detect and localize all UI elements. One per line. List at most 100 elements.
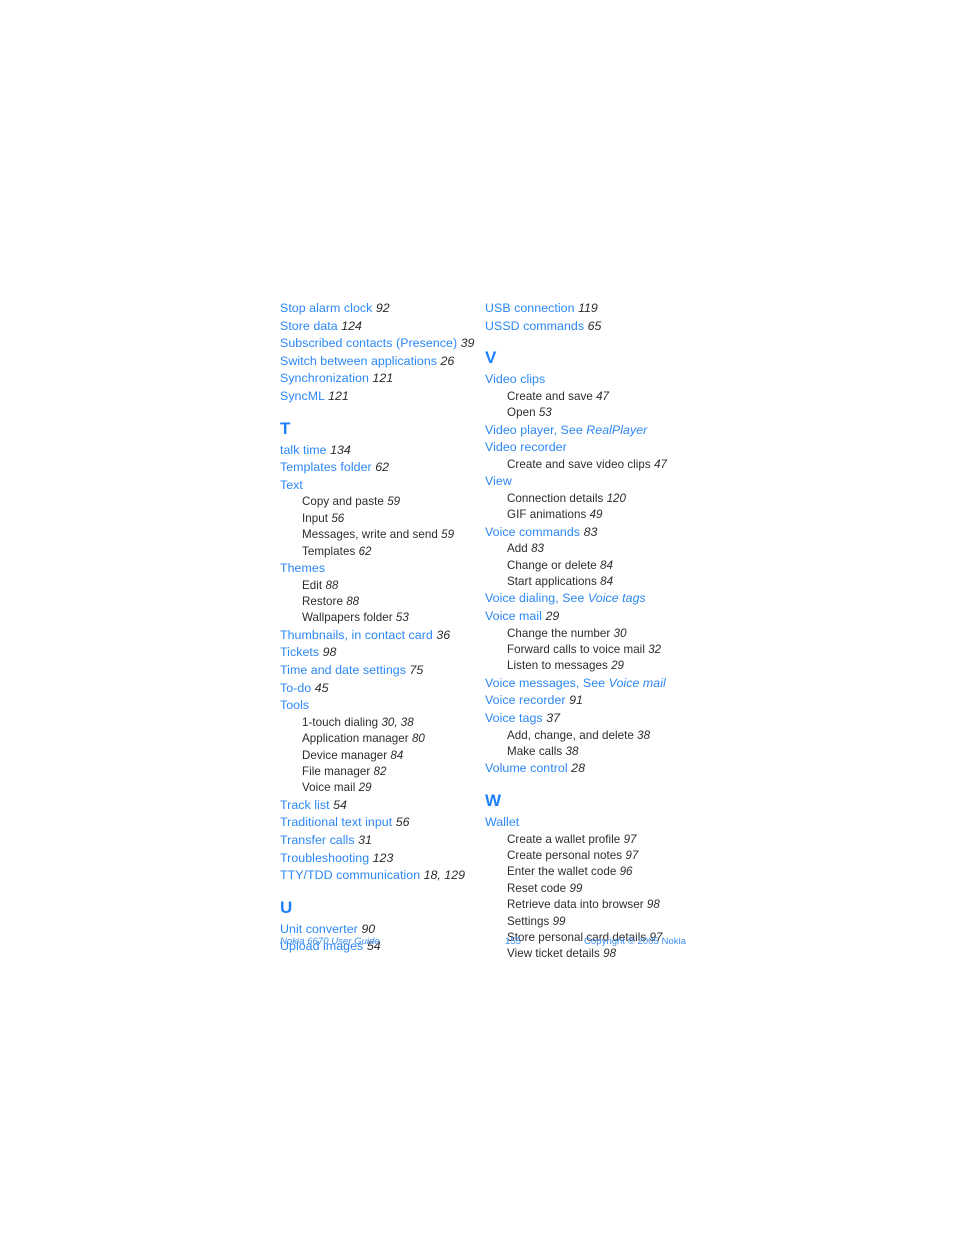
index-subentry[interactable]: Forward calls to voice mail 32 (485, 642, 690, 658)
index-subentry-label: Connection details (507, 491, 604, 505)
index-subentry[interactable]: Wallpapers folder 53 (280, 610, 485, 626)
index-entry[interactable]: Tickets 98 (280, 644, 485, 662)
index-subentry[interactable]: File manager 82 (280, 764, 485, 780)
index-subentry-label: Listen to messages (507, 659, 608, 673)
index-entry[interactable]: TTY/TDD communication 18, 129 (280, 867, 485, 885)
index-subentry[interactable]: Device manager 84 (280, 748, 485, 764)
index-entry[interactable]: Voice recorder 91 (485, 692, 690, 710)
index-page-number: 90 (361, 921, 376, 936)
index-subentry[interactable]: Add 83 (485, 541, 690, 557)
index-cross-reference[interactable]: Voice mail (609, 676, 666, 690)
index-entry[interactable]: Time and date settings 75 (280, 662, 485, 680)
index-page-number: 39 (460, 336, 475, 351)
index-entry[interactable]: Voice commands 83 (485, 524, 690, 542)
index-subentry[interactable]: Settings 99 (485, 914, 690, 930)
index-subentry[interactable]: Application manager 80 (280, 731, 485, 747)
index-subentry[interactable]: Create and save video clips 47 (485, 457, 690, 473)
index-subentry[interactable]: Open 53 (485, 405, 690, 421)
index-subentry-label: File manager (302, 764, 371, 778)
index-entry[interactable]: Volume control 28 (485, 760, 690, 778)
index-entry[interactable]: Transfer calls 31 (280, 832, 485, 850)
index-subentry-label: Retrieve data into browser (507, 898, 644, 912)
index-subentry-label: Messages, write and send (302, 528, 438, 542)
index-entry[interactable]: Troubleshooting 123 (280, 850, 485, 868)
index-entry[interactable]: Subscribed contacts (Presence) 39 (280, 335, 485, 353)
index-entry[interactable]: Voice messages, See Voice mail (485, 675, 690, 693)
index-entry[interactable]: Video clips (485, 371, 690, 389)
index-page-number: 53 (538, 406, 552, 420)
index-subentry-label: 1-touch dialing (302, 715, 379, 729)
index-subentry[interactable]: Edit 88 (280, 578, 485, 594)
index-subentry[interactable]: Listen to messages 29 (485, 658, 690, 674)
index-entry[interactable]: USB connection 119 (485, 300, 690, 318)
index-subentry[interactable]: Restore 88 (280, 594, 485, 610)
index-subentry[interactable]: View ticket details 98 (485, 946, 690, 962)
index-entry[interactable]: Switch between applications 26 (280, 353, 485, 371)
left-column: Stop alarm clock 92 Store data 124 Subscri… (280, 300, 485, 956)
index-page-number: 36 (436, 627, 451, 642)
index-subentry[interactable]: Voice mail 29 (280, 780, 485, 796)
index-subentry-label: Templates (302, 544, 356, 558)
index-subentry-label: Wallpapers folder (302, 611, 393, 625)
index-entry-label: Text (280, 477, 303, 492)
index-subentry[interactable]: GIF animations 49 (485, 507, 690, 523)
index-entry[interactable]: Wallet (485, 814, 690, 832)
index-page-number: 75 (409, 662, 424, 677)
index-page: Stop alarm clock 92 Store data 124 Subscri… (0, 0, 954, 1235)
index-subentry[interactable]: Add, change, and delete 38 (485, 728, 690, 744)
index-entry[interactable]: Themes (280, 560, 485, 578)
index-subentry-label: Make calls (507, 745, 563, 758)
index-entry-label: Voice commands (485, 524, 581, 539)
index-entry[interactable]: Text (280, 477, 485, 495)
index-entry[interactable]: USSD commands 65 (485, 318, 690, 336)
index-entry[interactable]: Voice mail 29 (485, 608, 690, 626)
index-entry-label: Transfer calls (280, 832, 355, 847)
index-page-number: 29 (611, 659, 624, 673)
index-subentry[interactable]: Templates 62 (280, 544, 485, 560)
index-page-number: 97 (623, 832, 637, 846)
index-cross-reference[interactable]: RealPlayer (586, 423, 647, 437)
index-subentry[interactable]: Start applications 84 (485, 574, 690, 590)
index-entry[interactable]: talk time 134 (280, 442, 485, 460)
index-page-number: 56 (395, 815, 410, 830)
index-entry[interactable]: Video player, See RealPlayer (485, 422, 690, 440)
letter-heading-w: W (485, 791, 502, 810)
index-page-number: 59 (441, 528, 455, 542)
index-subentry[interactable]: Reset code 99 (485, 881, 690, 897)
index-entry[interactable]: Video recorder (485, 439, 690, 457)
index-entry[interactable]: Track list 54 (280, 797, 485, 815)
index-entry[interactable]: Stop alarm clock 92 (280, 300, 485, 318)
index-page-number: 83 (531, 542, 544, 556)
index-subentry[interactable]: Connection details 120 (485, 491, 690, 507)
index-entry[interactable]: Store data 124 (280, 318, 485, 336)
index-page-number: 65 (587, 318, 602, 333)
index-subentry[interactable]: Make calls 38 (485, 744, 690, 760)
index-entry[interactable]: Voice dialing, See Voice tags (485, 590, 690, 608)
index-subentry[interactable]: Retrieve data into browser 98 (485, 897, 690, 913)
index-subentry[interactable]: Copy and paste 59 (280, 494, 485, 510)
index-entry[interactable]: Synchronization 121 (280, 370, 485, 388)
index-page-number: 84 (600, 558, 613, 572)
index-subentry[interactable]: Input 56 (280, 511, 485, 527)
index-subentry[interactable]: Create and save 47 (485, 389, 690, 405)
index-subentry[interactable]: Create a wallet profile 97 (485, 832, 690, 848)
index-entry[interactable]: Voice tags 37 (485, 710, 690, 728)
index-entry[interactable]: Tools (280, 697, 485, 715)
index-subentry[interactable]: 1-touch dialing 30, 38 (280, 715, 485, 731)
index-entry[interactable]: Thumbnails, in contact card 36 (280, 627, 485, 645)
index-subentry[interactable]: Change or delete 84 (485, 558, 690, 574)
index-page-number: 32 (648, 643, 662, 656)
index-cross-reference[interactable]: Voice tags (588, 591, 646, 605)
index-entry[interactable]: SyncML 121 (280, 388, 485, 406)
index-entry[interactable]: To-do 45 (280, 680, 485, 698)
index-page-number: 98 (603, 947, 617, 961)
index-entry[interactable]: Templates folder 62 (280, 459, 485, 477)
index-subentry[interactable]: Enter the wallet code 96 (485, 864, 690, 880)
index-page-number: 83 (583, 524, 598, 539)
index-subentry[interactable]: Create personal notes 97 (485, 848, 690, 864)
index-subentry[interactable]: Messages, write and send 59 (280, 527, 485, 543)
index-subentry[interactable]: Change the number 30 (485, 626, 690, 642)
index-entry[interactable]: View (485, 473, 690, 491)
footer-guide-title: Nokia 6670 User Guide (280, 936, 380, 947)
index-entry[interactable]: Traditional text input 56 (280, 814, 485, 832)
